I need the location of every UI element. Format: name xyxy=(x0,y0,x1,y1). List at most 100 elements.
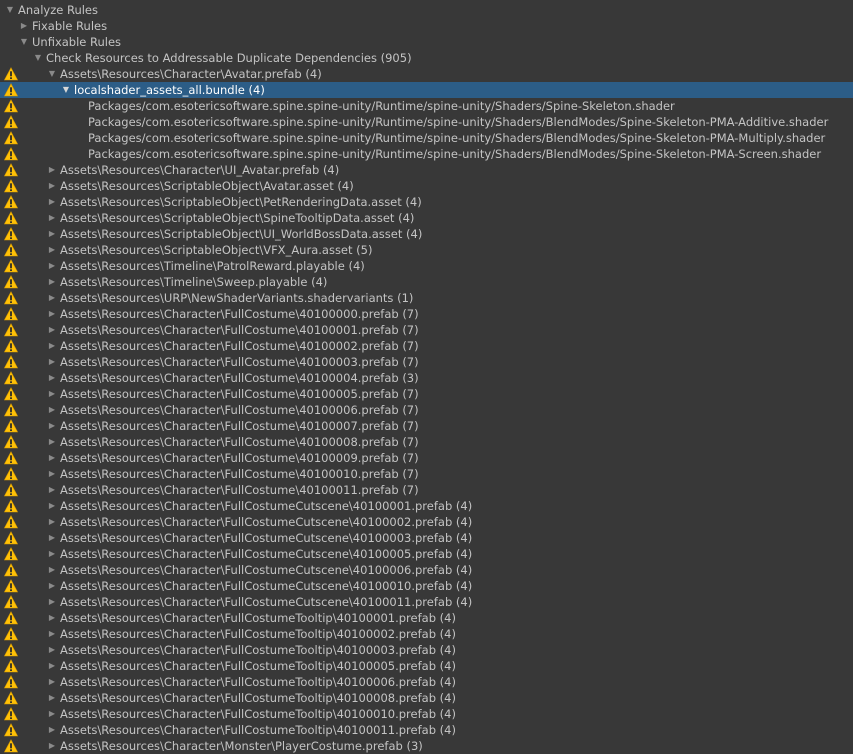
tree-row[interactable]: ▶ Assets\Resources\ScriptableObject\VFX_A… xyxy=(0,242,853,258)
tree-row[interactable]: ▶ Assets\Resources\Character\FullCostume\… xyxy=(0,482,853,498)
collapse-arrow-icon[interactable]: ▶ xyxy=(46,354,58,370)
tree-row-label: Assets\Resources\ScriptableObject\UI_Wor… xyxy=(60,227,423,241)
tree-row[interactable]: ▶ Assets\Resources\Character\FullCostume\… xyxy=(0,450,853,466)
tree-row[interactable]: ▶ Assets\Resources\Character\FullCostumeT… xyxy=(0,642,853,658)
tree-row[interactable]: ▶ Assets\Resources\Character\FullCostumeC… xyxy=(0,578,853,594)
tree-row[interactable]: ▶ Assets\Resources\Character\FullCostumeC… xyxy=(0,530,853,546)
tree-row[interactable]: ▶ Assets\Resources\Character\FullCostumeC… xyxy=(0,562,853,578)
collapse-arrow-icon[interactable]: ▶ xyxy=(46,738,58,754)
collapse-arrow-icon[interactable]: ▶ xyxy=(46,498,58,514)
tree-row[interactable]: ▶ Assets\Resources\Character\FullCostume\… xyxy=(0,402,853,418)
tree-row[interactable]: ▶ Assets\Resources\Character\FullCostumeT… xyxy=(0,722,853,738)
tree-row[interactable]: ▶ Assets\Resources\Character\FullCostume\… xyxy=(0,322,853,338)
tree-row[interactable]: ▼ Check Resources to Addressable Duplicat… xyxy=(0,50,853,66)
tree-row[interactable]: ▶ Fixable Rules xyxy=(0,18,853,34)
expand-arrow-icon[interactable]: ▼ xyxy=(4,2,16,18)
collapse-arrow-icon[interactable]: ▶ xyxy=(46,722,58,738)
expand-arrow-icon[interactable]: ▼ xyxy=(60,82,72,98)
tree-row-label: Assets\Resources\Character\Monster\Playe… xyxy=(60,739,423,753)
expand-arrow-icon[interactable]: ▼ xyxy=(32,50,44,66)
collapse-arrow-icon[interactable]: ▶ xyxy=(46,690,58,706)
collapse-arrow-icon[interactable]: ▶ xyxy=(46,386,58,402)
warning-icon xyxy=(4,67,18,81)
collapse-arrow-icon[interactable]: ▶ xyxy=(46,642,58,658)
collapse-arrow-icon[interactable]: ▶ xyxy=(46,530,58,546)
collapse-arrow-icon[interactable]: ▶ xyxy=(46,178,58,194)
collapse-arrow-icon[interactable]: ▶ xyxy=(46,226,58,242)
collapse-arrow-icon[interactable]: ▶ xyxy=(46,706,58,722)
tree-row[interactable]: ▶ Assets\Resources\Timeline\PatrolReward.… xyxy=(0,258,853,274)
collapse-arrow-icon[interactable]: ▶ xyxy=(46,514,58,530)
collapse-arrow-icon[interactable]: ▶ xyxy=(46,626,58,642)
collapse-arrow-icon[interactable]: ▶ xyxy=(46,402,58,418)
tree-row[interactable]: ▶ Assets\Resources\Character\UI_Avatar.pr… xyxy=(0,162,853,178)
tree-row[interactable]: Packages/com.esotericsoftware.spine.spin… xyxy=(0,130,853,146)
collapse-arrow-icon[interactable]: ▶ xyxy=(46,434,58,450)
collapse-arrow-icon[interactable]: ▶ xyxy=(46,162,58,178)
collapse-arrow-icon[interactable]: ▶ xyxy=(46,370,58,386)
tree-row[interactable]: Packages/com.esotericsoftware.spine.spin… xyxy=(0,146,853,162)
collapse-arrow-icon[interactable]: ▶ xyxy=(46,450,58,466)
tree-row[interactable]: ▶ Assets\Resources\Character\FullCostume\… xyxy=(0,418,853,434)
warning-icon xyxy=(4,435,18,449)
collapse-arrow-icon[interactable]: ▶ xyxy=(46,290,58,306)
collapse-arrow-icon[interactable]: ▶ xyxy=(46,546,58,562)
tree-row[interactable]: ▶ Assets\Resources\Character\FullCostume\… xyxy=(0,306,853,322)
tree-row[interactable]: ▶ Assets\Resources\Character\FullCostumeC… xyxy=(0,498,853,514)
tree-row-label: Assets\Resources\Character\Avatar.prefab… xyxy=(60,67,322,81)
tree-row[interactable]: ▶ Assets\Resources\ScriptableObject\Avata… xyxy=(0,178,853,194)
warning-icon xyxy=(4,563,18,577)
tree-row[interactable]: Packages/com.esotericsoftware.spine.spin… xyxy=(0,98,853,114)
collapse-arrow-icon[interactable]: ▶ xyxy=(46,594,58,610)
tree-row[interactable]: ▶ Assets\Resources\ScriptableObject\Spine… xyxy=(0,210,853,226)
tree-row[interactable]: Packages/com.esotericsoftware.spine.spin… xyxy=(0,114,853,130)
collapse-arrow-icon[interactable]: ▶ xyxy=(46,274,58,290)
tree-row[interactable]: ▶ Assets\Resources\Character\FullCostumeC… xyxy=(0,546,853,562)
collapse-arrow-icon[interactable]: ▶ xyxy=(46,578,58,594)
collapse-arrow-icon[interactable]: ▶ xyxy=(46,338,58,354)
collapse-arrow-icon[interactable]: ▶ xyxy=(46,210,58,226)
tree-row[interactable]: ▶ Assets\Resources\Character\FullCostumeC… xyxy=(0,594,853,610)
tree-row[interactable]: ▶ Assets\Resources\Character\FullCostumeT… xyxy=(0,706,853,722)
tree-row[interactable]: ▶ Assets\Resources\Character\FullCostumeT… xyxy=(0,674,853,690)
tree-row[interactable]: ▶ Assets\Resources\Character\FullCostumeC… xyxy=(0,514,853,530)
collapse-arrow-icon[interactable]: ▶ xyxy=(46,466,58,482)
tree-row[interactable]: ▶ Assets\Resources\Character\FullCostume\… xyxy=(0,354,853,370)
collapse-arrow-icon[interactable]: ▶ xyxy=(46,674,58,690)
tree-row[interactable]: ▼ Assets\Resources\Character\Avatar.prefa… xyxy=(0,66,853,82)
tree-row[interactable]: ▶ Assets\Resources\Character\FullCostume\… xyxy=(0,370,853,386)
tree-row-label: Assets\Resources\Character\FullCostumeTo… xyxy=(60,643,456,657)
tree-row[interactable]: ▶ Assets\Resources\Character\FullCostume\… xyxy=(0,434,853,450)
tree-row[interactable]: ▶ Assets\Resources\ScriptableObject\PetRe… xyxy=(0,194,853,210)
collapse-arrow-icon[interactable]: ▶ xyxy=(46,418,58,434)
collapse-arrow-icon[interactable]: ▶ xyxy=(46,658,58,674)
collapse-arrow-icon[interactable]: ▶ xyxy=(46,562,58,578)
warning-icon xyxy=(4,131,18,145)
tree-row[interactable]: ▶ Assets\Resources\Character\FullCostume\… xyxy=(0,386,853,402)
tree-row[interactable]: ▶ Assets\Resources\Character\FullCostume\… xyxy=(0,338,853,354)
expand-arrow-icon[interactable]: ▼ xyxy=(18,34,30,50)
tree-row[interactable]: ▼ Analyze Rules xyxy=(0,2,853,18)
collapse-arrow-icon[interactable]: ▶ xyxy=(46,258,58,274)
tree-row[interactable]: ▼ Unfixable Rules xyxy=(0,34,853,50)
tree-row-label: Assets\Resources\Character\FullCostumeTo… xyxy=(60,675,456,689)
collapse-arrow-icon[interactable]: ▶ xyxy=(18,18,30,34)
tree-row[interactable]: ▶ Assets\Resources\Character\FullCostumeT… xyxy=(0,626,853,642)
collapse-arrow-icon[interactable]: ▶ xyxy=(46,194,58,210)
tree-row[interactable]: ▶ Assets\Resources\URP\NewShaderVariants.… xyxy=(0,290,853,306)
tree-row[interactable]: ▶ Assets\Resources\Character\FullCostumeT… xyxy=(0,658,853,674)
tree-row[interactable]: ▶ Assets\Resources\Timeline\Sweep.playabl… xyxy=(0,274,853,290)
collapse-arrow-icon[interactable]: ▶ xyxy=(46,322,58,338)
collapse-arrow-icon[interactable]: ▶ xyxy=(46,306,58,322)
collapse-arrow-icon[interactable]: ▶ xyxy=(46,242,58,258)
warning-icon xyxy=(4,307,18,321)
collapse-arrow-icon[interactable]: ▶ xyxy=(46,610,58,626)
collapse-arrow-icon[interactable]: ▶ xyxy=(46,482,58,498)
tree-row[interactable]: ▶ Assets\Resources\Character\FullCostumeT… xyxy=(0,610,853,626)
tree-row[interactable]: ▶ Assets\Resources\Character\Monster\Play… xyxy=(0,738,853,754)
tree-row[interactable]: ▶ Assets\Resources\Character\FullCostumeT… xyxy=(0,690,853,706)
tree-row[interactable]: ▶ Assets\Resources\ScriptableObject\UI_Wo… xyxy=(0,226,853,242)
expand-arrow-icon[interactable]: ▼ xyxy=(46,66,58,82)
tree-row[interactable]: ▶ Assets\Resources\Character\FullCostume\… xyxy=(0,466,853,482)
tree-row[interactable]: ▼ localshader_assets_all.bundle (4) xyxy=(0,82,853,98)
